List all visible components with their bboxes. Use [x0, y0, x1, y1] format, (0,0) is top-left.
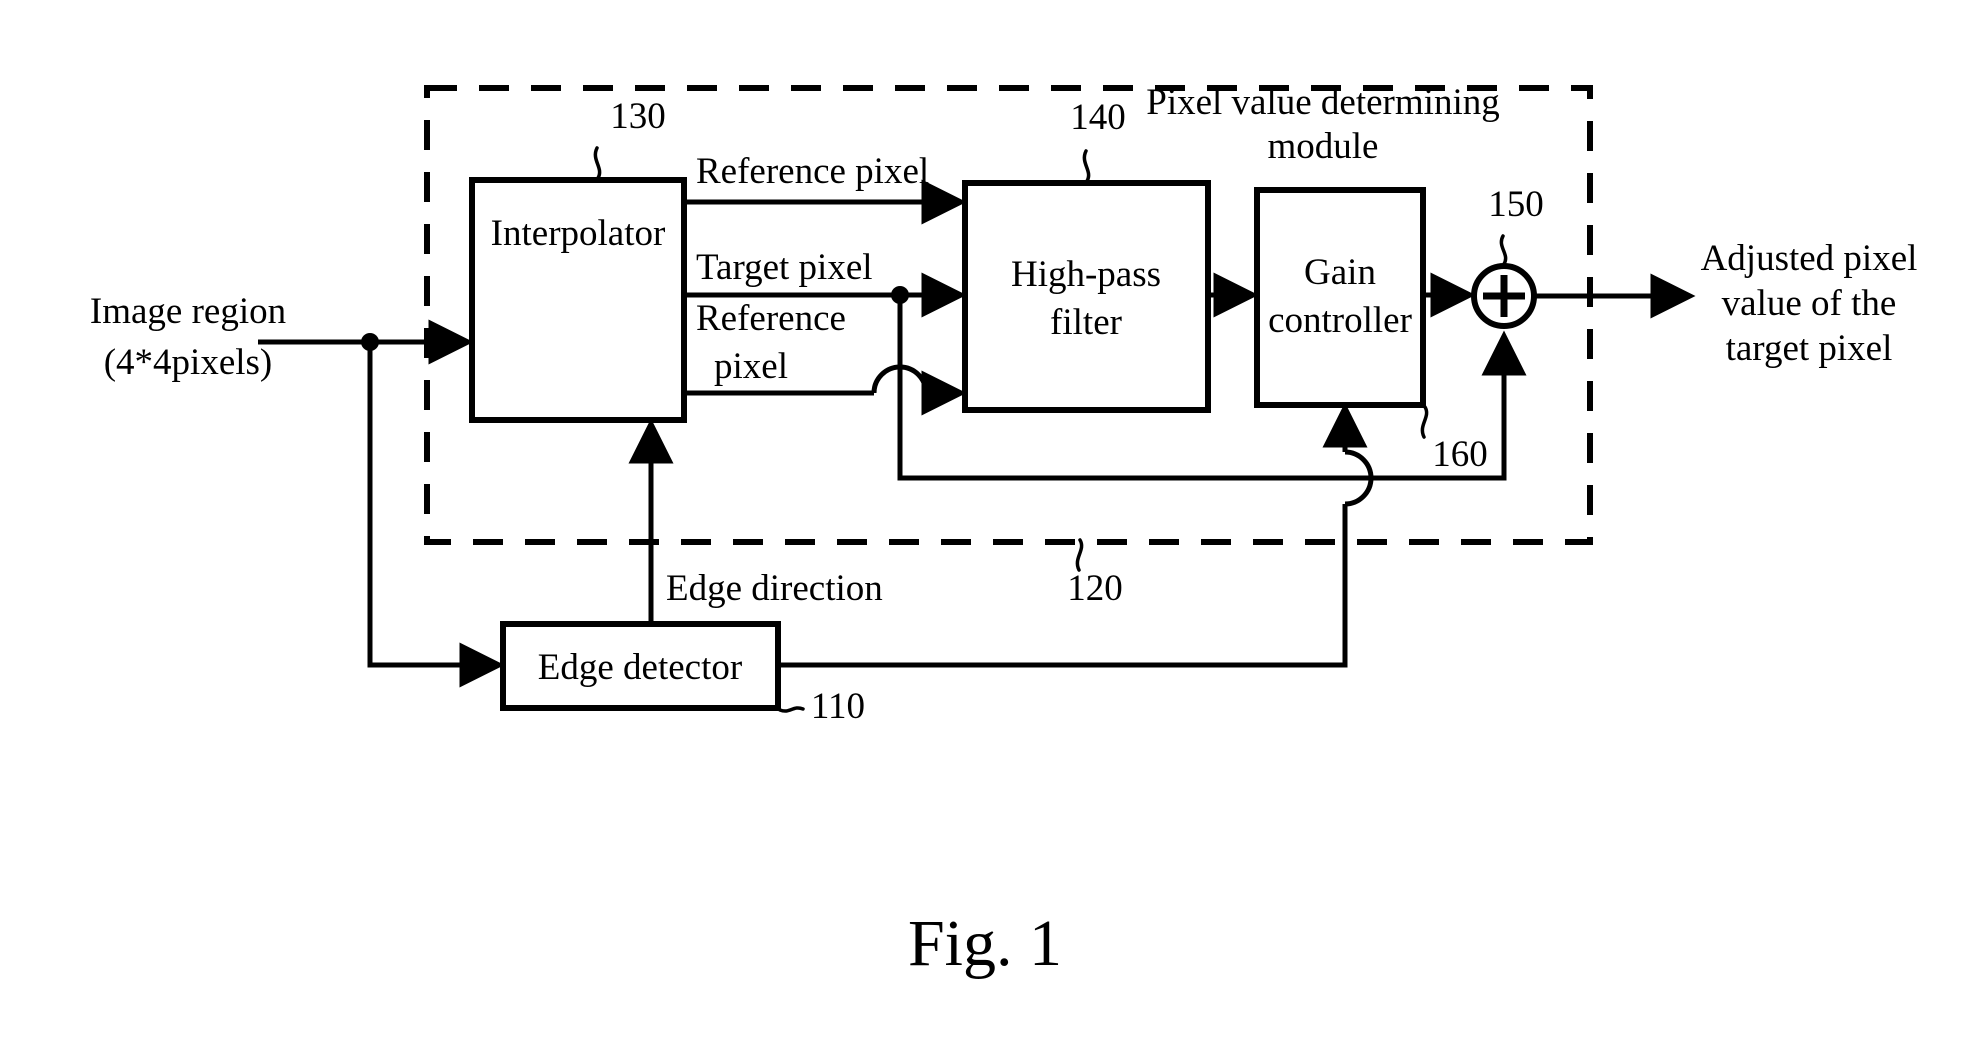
- high-pass-filter-ref-leader: [1082, 149, 1091, 183]
- input-label-line2: (4*4pixels): [104, 342, 273, 383]
- gain-controller-label-line2: controller: [1268, 300, 1412, 341]
- signal-reference-pixel-top: Reference pixel: [696, 151, 929, 192]
- adder-ref-leader: [1499, 234, 1508, 266]
- ref-number-120: 120: [1067, 568, 1123, 609]
- gain-controller-ref-leader: [1420, 405, 1429, 439]
- high-pass-filter-block: [962, 180, 1211, 413]
- gain-controller-label-line1: Gain: [1304, 252, 1376, 293]
- figure-caption: Fig. 1: [908, 907, 1062, 980]
- signal-edge-direction: Edge direction: [666, 568, 883, 609]
- signal-reference-pixel-lower-line1: Reference: [696, 298, 846, 339]
- interpolator-ref-leader: [593, 146, 602, 180]
- module-title-line1: Pixel value determining: [1146, 82, 1499, 123]
- edge-detector-label: Edge detector: [538, 647, 742, 688]
- ref-number-140: 140: [1070, 97, 1126, 138]
- ref-number-130: 130: [610, 96, 666, 137]
- interpolator-label: Interpolator: [491, 213, 666, 254]
- high-pass-filter-label-line2: filter: [1050, 302, 1122, 343]
- module-ref-leader: [1075, 538, 1084, 572]
- signal-reference-pixel-lower-line2: pixel: [714, 346, 788, 387]
- high-pass-filter-label-line1: High-pass: [1011, 254, 1161, 295]
- ref-number-160: 160: [1432, 434, 1488, 475]
- patent-figure: Interpolator High-pass filter Gain contr…: [0, 0, 1967, 1044]
- output-label-line3: target pixel: [1726, 328, 1893, 369]
- output-label-line1: Adjusted pixel: [1701, 238, 1918, 279]
- signal-target-pixel: Target pixel: [696, 247, 873, 288]
- ref-number-110: 110: [811, 686, 865, 727]
- module-title-line2: module: [1268, 126, 1379, 167]
- gain-controller-block: [1254, 187, 1426, 408]
- output-label-line2: value of the: [1722, 283, 1897, 324]
- input-label-line1: Image region: [90, 291, 286, 332]
- block-diagram: Interpolator High-pass filter Gain contr…: [90, 82, 1918, 980]
- ref-number-150: 150: [1488, 184, 1544, 225]
- edge-detector-ref-leader: [778, 706, 805, 713]
